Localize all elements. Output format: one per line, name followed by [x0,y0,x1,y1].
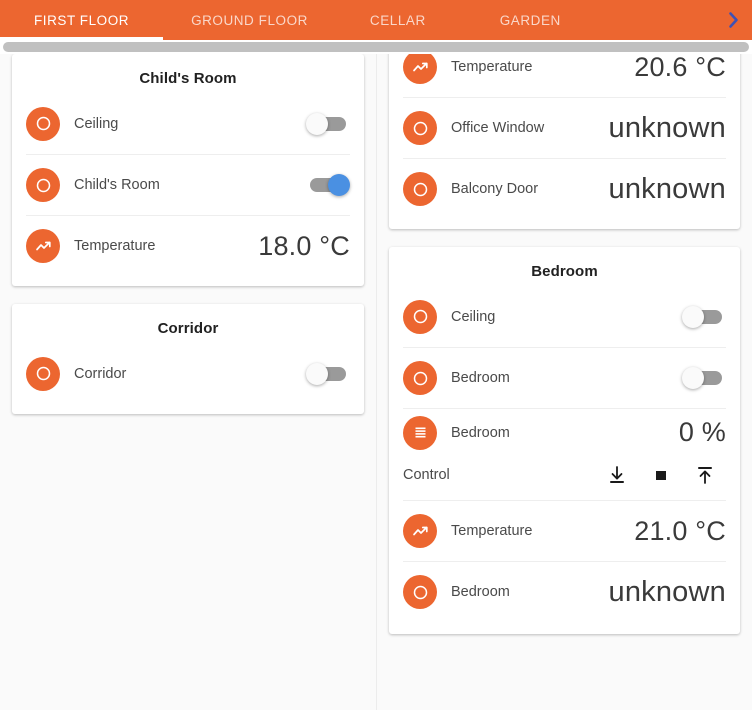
card-childs-room: Child's Room Ceiling Child's Room Temper… [12,54,364,286]
row-value: 20.6 °C [634,51,726,82]
row-value: unknown [608,172,726,205]
row-label: Office Window [451,120,545,136]
toggle-ceiling-light[interactable] [306,112,350,135]
row-balcony-door[interactable]: Balcony Door unknown [403,158,726,219]
card-title: Bedroom [531,263,598,280]
tab-label: GARDEN [499,12,561,28]
light-circle-icon [403,111,437,145]
arrow-up-to-line-icon [696,465,714,485]
toggle-knob [682,367,704,389]
column-left: Child's Room Ceiling Child's Room Temper… [0,40,376,710]
tab-bar: FIRST FLOOR GROUND FLOOR CELLAR GARDEN [0,0,752,40]
light-circle-icon [403,172,437,206]
row-ceiling-light[interactable]: Ceiling [26,93,350,154]
row-temperature[interactable]: Temperature 21.0 °C [403,500,726,561]
trending-up-icon [26,229,60,263]
row-temperature[interactable]: Temperature 18.0 °C [26,215,350,276]
row-value: 21.0 °C [634,515,726,546]
row-label: Ceiling [74,115,119,132]
row-label: Temperature [451,523,533,539]
card-title: Child's Room [139,70,237,87]
row-label: Bedroom [451,584,510,600]
toggle-knob [328,174,350,196]
row-label: Corridor [74,365,127,382]
row-bedroom-window[interactable]: Bedroom unknown [403,561,726,622]
horizontal-scrollbar[interactable] [0,40,752,54]
row-label: Bedroom [451,424,510,441]
light-circle-icon [26,356,60,391]
blinds-icon [403,415,437,450]
control-label: Control [403,467,450,483]
cover-control-row: Control [403,456,726,500]
tab-label: GROUND FLOOR [191,12,308,28]
card-corridor: Corridor Corridor [12,304,364,414]
trending-up-icon [403,50,437,84]
row-value: 18.0 °C [258,230,350,261]
row-label: Balcony Door [451,181,539,197]
row-childs-room-light[interactable]: Child's Room [26,154,350,215]
tab-label: CELLAR [369,12,426,28]
light-circle-icon [26,106,60,141]
app-root: FIRST FLOOR GROUND FLOOR CELLAR GARDEN C… [0,0,752,710]
chevron-right-icon [728,11,740,29]
row-label: Child's Room [74,177,160,193]
row-office-window[interactable]: Office Window unknown [403,97,726,158]
row-ceiling-light[interactable]: Ceiling [403,286,726,347]
row-bedroom-cover[interactable]: Bedroom 0 % [403,408,726,456]
card-title: Corridor [157,320,219,337]
trending-up-icon [403,514,437,548]
tab-ground-floor[interactable]: GROUND FLOOR [163,0,336,40]
row-label: Temperature [451,59,533,75]
tab-cellar[interactable]: CELLAR [336,0,460,40]
light-circle-icon [403,299,437,334]
tab-scroll-next-button[interactable] [716,0,752,40]
tab-first-floor[interactable]: FIRST FLOOR [0,0,164,40]
row-label: Temperature [74,238,156,254]
tab-label: FIRST FLOOR [34,12,130,28]
row-bedroom-light[interactable]: Bedroom [403,347,726,408]
row-label: Ceiling [451,308,496,325]
toggle-knob [682,305,704,328]
toggle-bedroom-ceiling-light[interactable] [682,305,726,328]
stop-square-icon [652,465,670,485]
toggle-childs-room-light[interactable] [306,174,350,196]
scrollbar-thumb[interactable] [3,42,749,52]
light-circle-icon [403,361,437,395]
row-corridor-light[interactable]: Corridor [26,343,350,404]
arrow-down-to-line-icon [608,465,626,485]
row-label: Bedroom [451,370,510,386]
row-value: unknown [608,111,726,144]
column-right: Control [376,0,752,710]
cover-control-buttons [606,463,726,487]
row-value: 0 % [678,417,726,447]
toggle-knob [306,112,328,135]
tab-garden[interactable]: GARDEN [460,0,601,40]
cover-stop-button[interactable] [650,463,672,487]
row-value: unknown [608,575,726,608]
cover-close-button[interactable] [606,463,628,487]
light-circle-icon [26,168,60,202]
toggle-bedroom-light[interactable] [682,367,726,389]
toggle-corridor-light[interactable] [306,362,350,385]
card-bedroom: Bedroom Ceiling Bedroom Bedroom 0 % Cont… [389,247,740,634]
cover-open-button[interactable] [694,463,716,487]
light-circle-icon [403,575,437,609]
toggle-knob [306,362,328,385]
content-area: Child's Room Ceiling Child's Room Temper… [0,0,752,710]
